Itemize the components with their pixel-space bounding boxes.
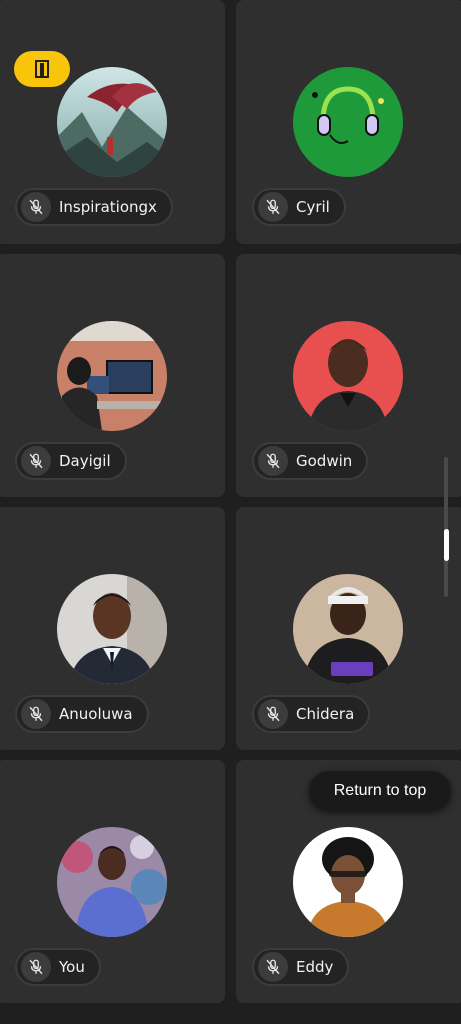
participant-tile-chidera[interactable]: Chidera (236, 507, 461, 750)
avatar-inspirationgx (57, 67, 167, 177)
avatar-chidera (293, 574, 403, 684)
participant-tile-cyril[interactable]: Cyril (236, 0, 461, 244)
avatar-godwin (293, 321, 403, 431)
door-icon (35, 60, 49, 78)
cartoon-avatar (293, 827, 403, 937)
participant-name: Cyril (296, 198, 330, 216)
mute-indicator (258, 192, 288, 222)
mute-indicator (21, 699, 51, 729)
participant-name: Dayigil (59, 452, 111, 470)
participant-name: Inspirationgx (59, 198, 157, 216)
participant-name: Chidera (296, 705, 355, 723)
mute-indicator (258, 699, 288, 729)
avatar-anuoluwa (57, 574, 167, 684)
portrait-avatar (293, 321, 403, 431)
mic-off-icon (266, 453, 280, 469)
mic-off-icon (266, 199, 280, 215)
mic-off-icon (29, 199, 43, 215)
mute-indicator (258, 446, 288, 476)
participant-tile-godwin[interactable]: Godwin (236, 254, 461, 497)
participant-tile-inspirationgx[interactable]: Inspirationgx (0, 0, 225, 244)
name-pill: Cyril (252, 188, 346, 226)
name-pill: Eddy (252, 948, 350, 986)
name-pill: Dayigil (15, 442, 127, 480)
name-pill: You (15, 948, 101, 986)
participant-name: Eddy (296, 958, 334, 976)
mute-indicator (21, 192, 51, 222)
avatar-eddy (293, 827, 403, 937)
portrait-avatar (57, 574, 167, 684)
participant-name: Godwin (296, 452, 353, 470)
return-to-top-button[interactable]: Return to top (309, 771, 451, 811)
portrait-avatar (293, 574, 403, 684)
scrollbar-track[interactable] (444, 457, 448, 597)
avatar-cyril (293, 67, 403, 177)
mic-off-icon (29, 453, 43, 469)
participant-tile-anuoluwa[interactable]: Anuoluwa (0, 507, 225, 750)
participant-name: You (59, 958, 85, 976)
avatar-dayigil (57, 321, 167, 431)
name-pill: Anuoluwa (15, 695, 149, 733)
mute-indicator (258, 952, 288, 982)
participant-name: Anuoluwa (59, 705, 133, 723)
portrait-avatar (57, 827, 167, 937)
name-pill: Chidera (252, 695, 371, 733)
participant-tile-you[interactable]: You (0, 760, 225, 1003)
mic-off-icon (266, 959, 280, 975)
name-pill: Godwin (252, 442, 369, 480)
avatar-you (57, 827, 167, 937)
mic-off-icon (266, 706, 280, 722)
participant-tile-dayigil[interactable]: Dayigil (0, 254, 225, 497)
headphones-avatar (293, 67, 403, 177)
desk-photo-avatar (57, 321, 167, 431)
mute-indicator (21, 446, 51, 476)
mute-indicator (21, 952, 51, 982)
host-badge (14, 51, 70, 87)
mic-off-icon (29, 706, 43, 722)
name-pill: Inspirationgx (15, 188, 173, 226)
mic-off-icon (29, 959, 43, 975)
scrollbar-thumb[interactable] (444, 529, 449, 561)
dragon-art-avatar (57, 67, 167, 177)
